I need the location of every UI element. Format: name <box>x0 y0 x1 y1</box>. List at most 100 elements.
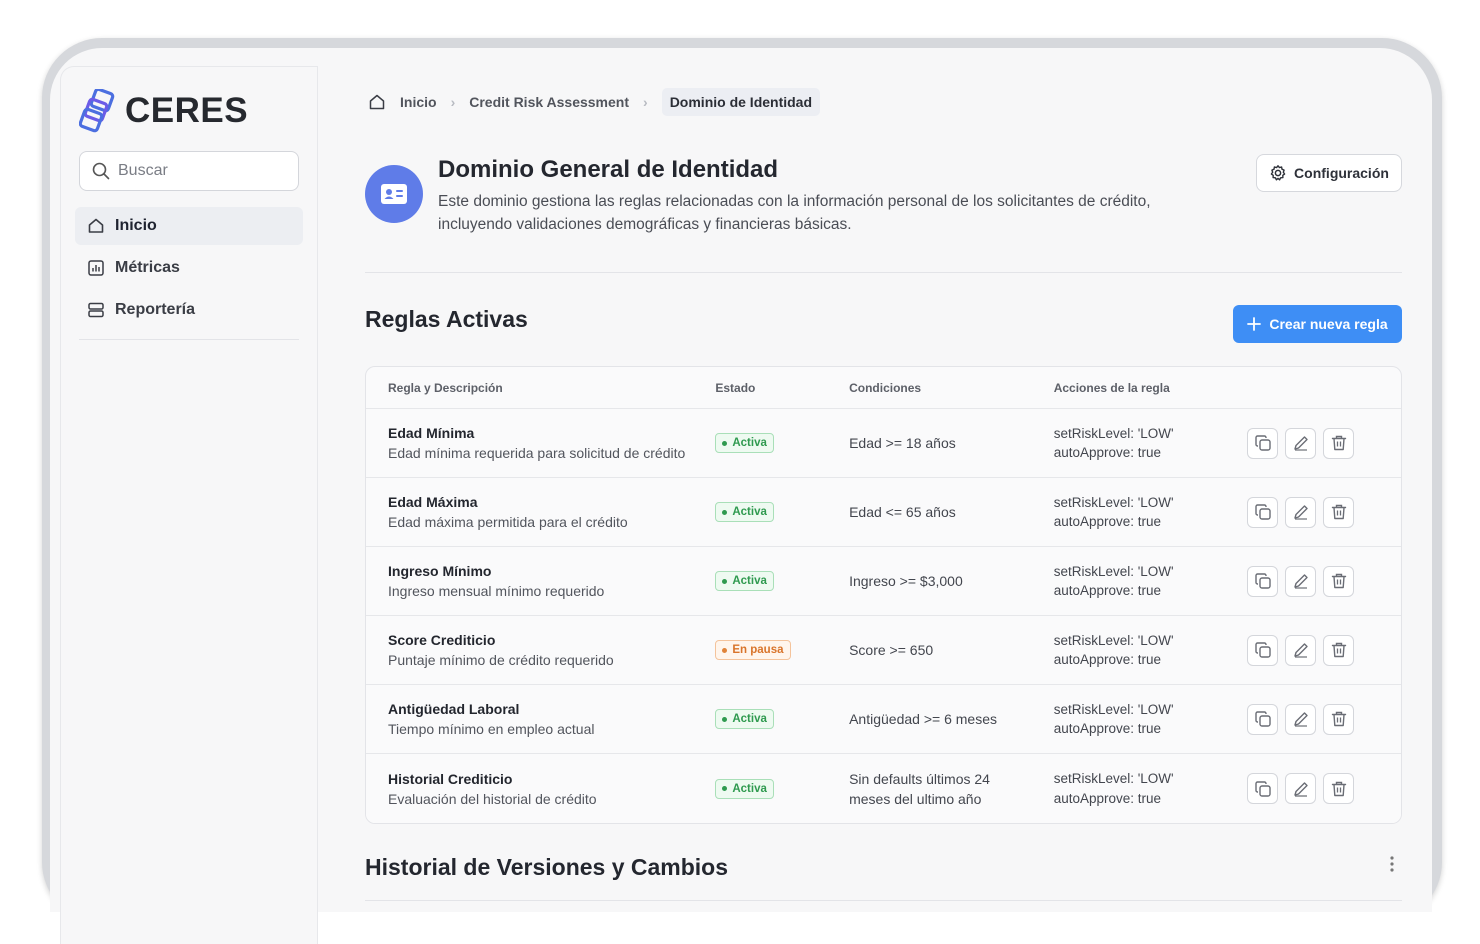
history-divider <box>365 900 1402 901</box>
rule-actions: setRiskLevel: 'LOW' autoApprove: true <box>1053 425 1174 461</box>
delete-button[interactable] <box>1323 634 1355 666</box>
duplicate-button[interactable] <box>1247 427 1279 459</box>
sidebar-item-label: Reportería <box>115 301 196 318</box>
sidebar-item-inicio[interactable]: Inicio <box>75 207 303 245</box>
copy-icon <box>1255 780 1271 797</box>
column-header-actions[interactable]: Acciones de la regla <box>1054 381 1248 395</box>
rule-description: Ingreso mensual mínimo requerido <box>388 583 605 599</box>
search-input[interactable] <box>118 162 288 180</box>
pencil-icon <box>1294 712 1308 727</box>
rule-actions: setRiskLevel: 'LOW' autoApprove: true <box>1053 494 1174 530</box>
rule-description: Tiempo mínimo en empleo actual <box>388 721 595 737</box>
table-header: Regla y Descripción Estado Condiciones A… <box>366 367 1401 409</box>
duplicate-button[interactable] <box>1247 634 1279 666</box>
edit-button[interactable] <box>1285 565 1317 597</box>
breadcrumb-inicio[interactable]: Inicio <box>400 94 437 110</box>
rule-actions: setRiskLevel: 'LOW' autoApprove: true <box>1053 771 1174 806</box>
copy-icon <box>1255 711 1271 727</box>
duplicate-button[interactable] <box>1247 773 1279 804</box>
trash-icon <box>1331 435 1347 451</box>
plus-icon <box>1247 317 1262 331</box>
status-badge: Activa <box>715 778 774 799</box>
trash-icon <box>1331 711 1347 727</box>
rule-actions: setRiskLevel: 'LOW' autoApprove: true <box>1053 632 1174 668</box>
edit-button[interactable] <box>1285 703 1317 735</box>
trash-icon <box>1331 781 1347 796</box>
rule-name: Score Crediticio <box>388 632 496 648</box>
delete-button[interactable] <box>1323 496 1355 528</box>
rule-name: Ingreso Mínimo <box>388 563 492 579</box>
duplicate-button[interactable] <box>1247 496 1279 528</box>
pencil-icon <box>1294 436 1308 451</box>
rule-description: Puntaje mínimo de crédito requerido <box>388 652 614 668</box>
sidebar-divider <box>79 339 299 340</box>
column-header-rule[interactable]: Regla y Descripción <box>366 381 715 395</box>
search-box[interactable] <box>79 151 299 191</box>
column-header-conditions[interactable]: Condiciones <box>849 381 1054 395</box>
chevron-right-icon: › <box>643 94 648 110</box>
main-content: Inicio › Credit Risk Assessment › Domini… <box>318 66 1422 944</box>
pencil-icon <box>1294 505 1308 520</box>
edit-button[interactable] <box>1285 496 1317 528</box>
table-row[interactable]: Antigüedad Laboral Tiempo mínimo en empl… <box>366 685 1401 754</box>
domain-icon <box>365 165 423 223</box>
rule-name: Antigüedad Laboral <box>388 701 520 717</box>
sidebar-item-label: Inicio <box>115 217 157 234</box>
rule-name: Edad Máxima <box>388 494 478 510</box>
rules-section-title: Reglas Activas <box>365 306 528 332</box>
delete-button[interactable] <box>1323 773 1355 804</box>
rule-conditions: Sin defaults últimos 24 meses del ultimo … <box>849 770 990 807</box>
delete-button[interactable] <box>1323 703 1355 735</box>
table-row[interactable]: Edad Máxima Edad máxima permitida para e… <box>366 478 1401 547</box>
header-divider <box>365 272 1402 273</box>
table-row[interactable]: Score Crediticio Puntaje mínimo de crédi… <box>366 616 1401 685</box>
column-header-status[interactable]: Estado <box>715 381 849 395</box>
home-icon[interactable] <box>368 93 386 111</box>
status-badge: Activa <box>715 502 774 523</box>
sidebar-nav: Inicio Métricas Reportería <box>75 207 303 333</box>
logo[interactable]: CERES <box>79 89 248 133</box>
rule-description: Edad máxima permitida para el crédito <box>388 514 628 530</box>
table-row[interactable]: Historial Crediticio Evaluación del hist… <box>366 754 1401 823</box>
rule-conditions: Edad <= 65 años <box>849 504 956 520</box>
breadcrumb-current: Dominio de Identidad <box>661 88 821 116</box>
sidebar-item-label: Métricas <box>115 259 180 276</box>
status-badge: Activa <box>715 433 774 454</box>
duplicate-button[interactable] <box>1247 565 1279 597</box>
delete-button[interactable] <box>1323 427 1355 459</box>
config-button-label: Configuración <box>1294 165 1389 181</box>
more-vertical-icon[interactable] <box>1384 854 1400 874</box>
trash-icon <box>1331 573 1347 589</box>
rules-table: Regla y Descripción Estado Condiciones A… <box>365 366 1402 824</box>
history-section-title: Historial de Versiones y Cambios <box>365 854 729 880</box>
delete-button[interactable] <box>1323 565 1355 597</box>
create-rule-button[interactable]: Crear nueva regla <box>1233 305 1402 343</box>
rule-name: Edad Mínima <box>388 425 475 441</box>
sidebar-item-reporteria[interactable]: Reportería <box>75 291 303 329</box>
pencil-icon <box>1294 781 1308 797</box>
home-icon <box>88 218 104 233</box>
copy-icon <box>1255 435 1271 451</box>
pencil-icon <box>1294 574 1308 589</box>
rule-description: Edad mínima requerida para solicitud de … <box>388 445 686 461</box>
pencil-icon <box>1294 643 1308 658</box>
duplicate-button[interactable] <box>1247 703 1279 735</box>
breadcrumb-credit-risk[interactable]: Credit Risk Assessment <box>469 94 629 110</box>
rule-actions: setRiskLevel: 'LOW' autoApprove: true <box>1053 701 1174 737</box>
edit-button[interactable] <box>1285 773 1317 804</box>
table-row[interactable]: Edad Mínima Edad mínima requerida para s… <box>366 409 1401 478</box>
copy-icon <box>1255 642 1271 658</box>
rule-actions: setRiskLevel: 'LOW' autoApprove: true <box>1053 563 1174 599</box>
config-button[interactable]: Configuración <box>1256 154 1402 192</box>
rule-conditions: Antigüedad >= 6 meses <box>849 711 997 727</box>
trash-icon <box>1331 642 1347 658</box>
chevron-right-icon: › <box>450 94 456 110</box>
edit-button[interactable] <box>1285 427 1317 459</box>
edit-button[interactable] <box>1285 634 1317 666</box>
domain-description: Este dominio gestiona las reglas relacio… <box>438 193 1151 233</box>
status-badge: Activa <box>715 571 774 592</box>
id-card-icon <box>381 184 407 204</box>
table-row[interactable]: Ingreso Mínimo Ingreso mensual mínimo re… <box>366 547 1401 616</box>
chart-icon <box>88 260 104 276</box>
sidebar-item-metricas[interactable]: Métricas <box>75 249 303 287</box>
